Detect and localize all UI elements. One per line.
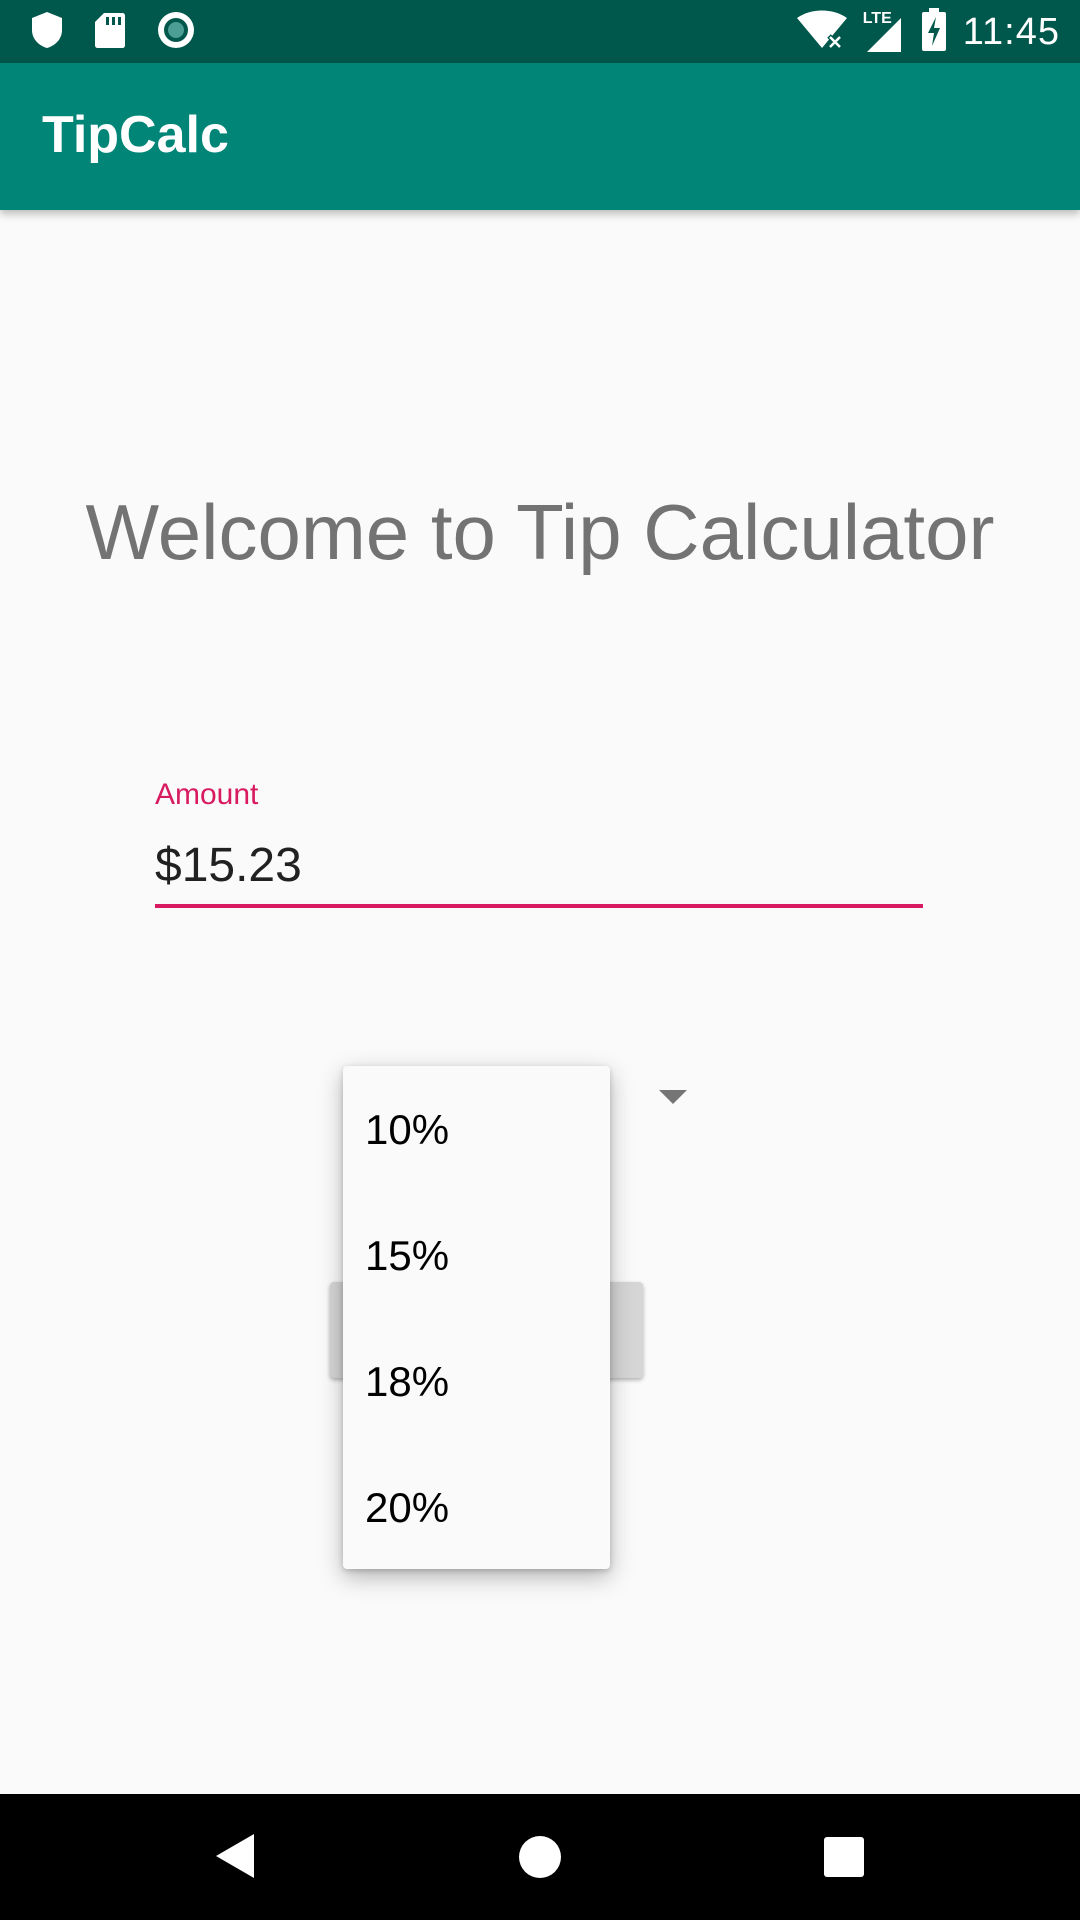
app-bar: TipCalc [0, 63, 1080, 210]
amount-input[interactable]: $15.23 [155, 838, 302, 893]
shield-icon [30, 10, 64, 55]
navigation-bar [0, 1794, 1080, 1920]
home-icon[interactable] [519, 1836, 561, 1878]
back-icon[interactable] [216, 1834, 254, 1878]
dropdown-option-18[interactable]: 18% [365, 1358, 449, 1406]
amount-input-underline [155, 904, 923, 908]
dropdown-option-10[interactable]: 10% [365, 1106, 449, 1154]
status-bar-notification-icons [30, 10, 196, 55]
status-bar: LTE 11:45 [0, 0, 1080, 63]
status-bar-system-icons: LTE 11:45 [796, 7, 1060, 57]
record-icon [156, 10, 196, 55]
wifi-icon [796, 10, 847, 55]
dropdown-option-20[interactable]: 20% [365, 1484, 449, 1532]
status-time: 11:45 [962, 10, 1060, 53]
recents-icon[interactable] [824, 1837, 864, 1877]
sd-card-icon [94, 11, 126, 54]
welcome-heading: Welcome to Tip Calculator [85, 488, 995, 576]
amount-label: Amount [155, 778, 259, 811]
screen: LTE 11:45 TipCalc Welcome to Tip Calcula… [0, 0, 1080, 1920]
battery-charging-icon [921, 7, 947, 57]
app-title: TipCalc [42, 106, 229, 164]
cell-signal-icon: LTE [863, 10, 905, 54]
spinner-dropdown-arrow-icon[interactable] [659, 1090, 687, 1104]
dropdown-option-15[interactable]: 15% [365, 1232, 449, 1280]
tip-percentage-dropdown: 10% 15% 18% 20% [343, 1066, 610, 1569]
